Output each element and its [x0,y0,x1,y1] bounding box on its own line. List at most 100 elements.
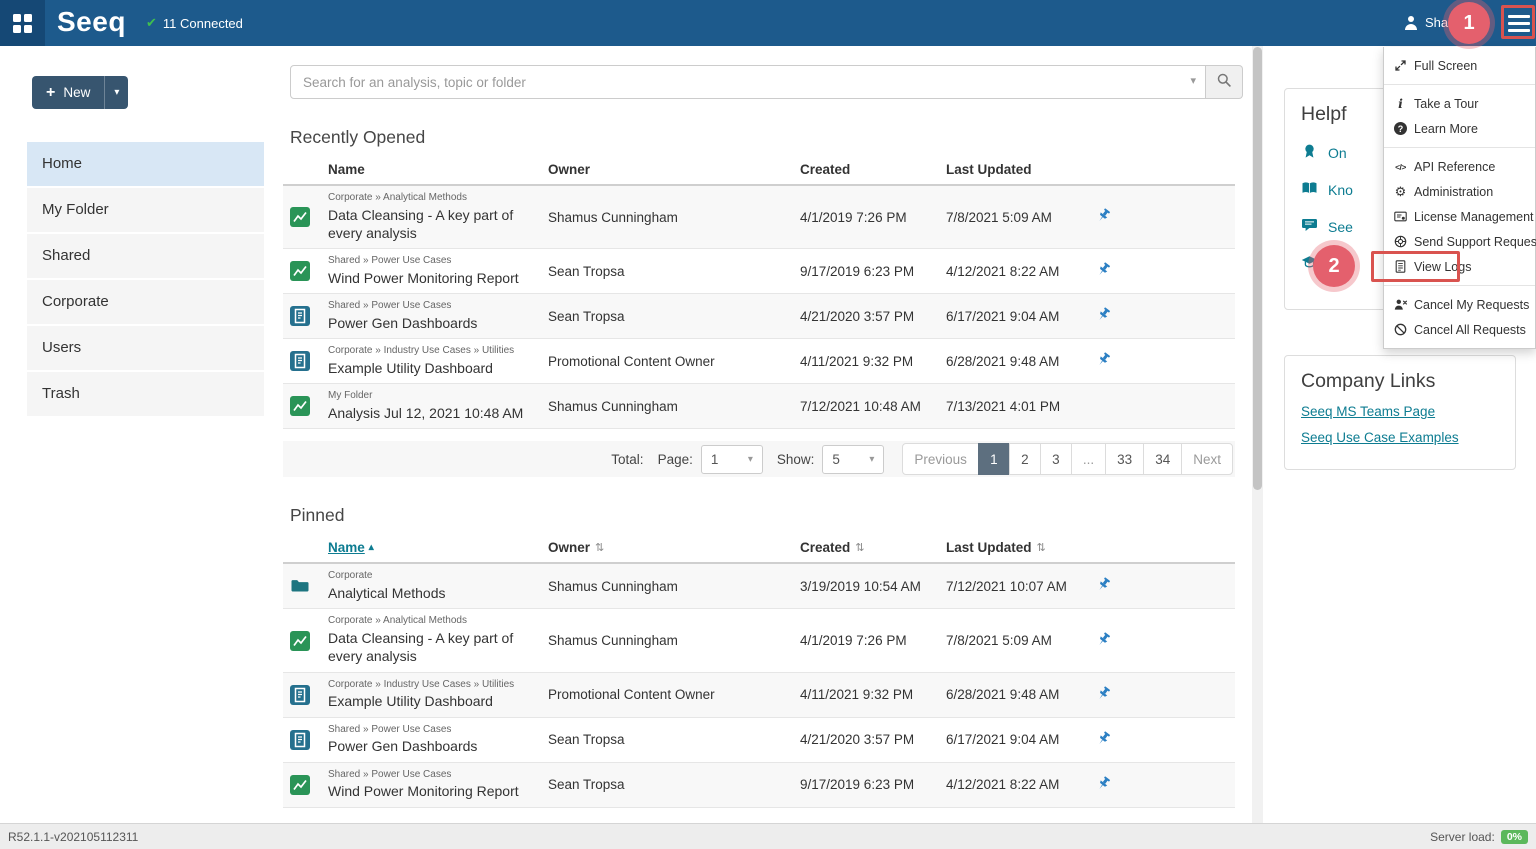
sidebar-item-corporate[interactable]: Corporate [27,280,264,324]
table-row[interactable]: Shared » Power Use CasesWind Power Monit… [283,249,1235,294]
code-icon: </> [1393,162,1408,172]
page-button-34[interactable]: 34 [1143,443,1182,475]
page-button-3[interactable]: 3 [1040,443,1072,475]
menu-item-administration[interactable]: ⚙Administration [1384,179,1535,204]
item-name-link[interactable]: Wind Power Monitoring Report [328,269,538,287]
pin-cell[interactable] [1092,307,1235,325]
page-button-previous[interactable]: Previous [902,443,979,475]
page-button-item[interactable]: ... [1071,443,1106,475]
page-button-33[interactable]: 33 [1105,443,1144,475]
annotation-box-hamburger [1501,5,1535,39]
company-link-ms-teams[interactable]: Seeq MS Teams Page [1301,404,1499,419]
gear-icon: ⚙ [1393,185,1408,198]
item-breadcrumb: Corporate » Analytical Methods [328,192,538,205]
chevron-down-icon: ▾ [748,454,753,465]
user-name-label: Sha [1425,15,1448,30]
item-type-cell [283,306,328,326]
pin-cell[interactable] [1092,262,1235,280]
apps-grid-button[interactable] [0,0,45,46]
item-name-link[interactable]: Example Utility Dashboard [328,692,538,710]
menu-separator [1384,285,1535,286]
item-name-link[interactable]: Data Cleansing - A key part of every ana… [328,629,538,666]
menu-item-full-screen[interactable]: Full Screen [1384,53,1535,78]
sidebar-item-trash[interactable]: Trash [27,372,264,416]
sidebar-item-home[interactable]: Home [27,142,264,186]
table-row[interactable]: Shared » Power Use CasesWind Power Monit… [283,763,1235,808]
column-header-name[interactable]: Name▴ [328,540,548,555]
menu-item-api-reference[interactable]: </>API Reference [1384,154,1535,179]
page-select-value: 1 [711,452,719,467]
table-row[interactable]: Corporate » Analytical MethodsData Clean… [283,609,1235,672]
item-name-link[interactable]: Analytical Methods [328,584,538,602]
page-button-next[interactable]: Next [1181,443,1233,475]
column-header-last-updated[interactable]: Last Updated⇅ [946,540,1092,555]
item-updated: 6/28/2021 9:48 AM [946,687,1092,702]
item-name-link[interactable]: Wind Power Monitoring Report [328,782,538,800]
new-button-label: New [63,85,90,100]
table-row[interactable]: Corporate » Industry Use Cases » Utiliti… [283,339,1235,384]
sort-ascending-icon: ▴ [369,542,374,553]
pin-cell[interactable] [1092,208,1235,226]
item-name-link[interactable]: Data Cleansing - A key part of every ana… [328,206,538,243]
table-row[interactable]: Shared » Power Use CasesPower Gen Dashbo… [283,294,1235,339]
item-created: 3/19/2019 10:54 AM [800,579,946,594]
menu-item-take-a-tour[interactable]: iTake a Tour [1384,91,1535,116]
pin-cell[interactable] [1092,776,1235,794]
menu-item-cancel-all-requests[interactable]: Cancel All Requests [1384,317,1535,342]
pin-cell[interactable] [1092,632,1235,650]
company-links-title: Company Links [1301,370,1499,393]
pin-icon [1096,208,1111,226]
table-row[interactable]: CorporateAnalytical MethodsShamus Cunnin… [283,564,1235,609]
pin-cell[interactable] [1092,731,1235,749]
item-name-link[interactable]: Power Gen Dashboards [328,737,538,755]
sidebar-item-shared[interactable]: Shared [27,234,264,278]
company-link-use-cases[interactable]: Seeq Use Case Examples [1301,430,1499,445]
menu-item-license-management[interactable]: License Management [1384,204,1535,229]
chevron-down-icon[interactable]: ▾ [104,76,128,109]
sidebar-item-my-folder[interactable]: My Folder [27,188,264,232]
new-button[interactable]: + New ▾ [32,76,128,109]
item-name-cell: Shared » Power Use CasesWind Power Monit… [328,769,548,801]
analysis-icon [290,775,310,795]
topic-icon [290,685,310,705]
scrollbar-thumb[interactable] [1253,47,1262,490]
column-header-created[interactable]: Created⇅ [800,540,946,555]
item-type-cell [283,685,328,705]
sidebar-item-users[interactable]: Users [27,326,264,370]
table-row[interactable]: Corporate » Industry Use Cases » Utiliti… [283,673,1235,718]
block-icon [1393,323,1408,336]
page-select[interactable]: 1 ▾ [701,445,763,474]
menu-item-label: License Management [1414,210,1534,224]
column-header-owner[interactable]: Owner⇅ [548,540,800,555]
item-name-cell: Corporate » Industry Use Cases » Utiliti… [328,345,548,377]
item-name-link[interactable]: Example Utility Dashboard [328,359,538,377]
table-row[interactable]: My FolderAnalysis Jul 12, 2021 10:48 AMS… [283,384,1235,429]
user-menu[interactable]: Sha [1404,15,1448,30]
menu-item-learn-more[interactable]: ?Learn More [1384,116,1535,141]
page-button-2[interactable]: 2 [1009,443,1041,475]
table-row[interactable]: Shared » Power Use CasesPower Gen Dashbo… [283,718,1235,763]
pinned-body: CorporateAnalytical MethodsShamus Cunnin… [283,564,1235,807]
menu-item-cancel-my-requests[interactable]: Cancel My Requests [1384,292,1535,317]
item-name-link[interactable]: Analysis Jul 12, 2021 10:48 AM [328,404,538,422]
item-name-link[interactable]: Power Gen Dashboards [328,314,538,332]
item-updated: 6/17/2021 9:04 AM [946,309,1092,324]
fullscreen-icon [1393,59,1408,72]
page-button-1[interactable]: 1 [978,443,1010,475]
table-row[interactable]: Corporate » Analytical MethodsData Clean… [283,186,1235,249]
search-input[interactable] [290,65,1206,99]
recently-opened-header: NameOwnerCreatedLast Updated [283,154,1235,186]
item-updated: 7/8/2021 5:09 AM [946,633,1092,648]
item-created: 4/11/2021 9:32 PM [800,687,946,702]
item-name-cell: My FolderAnalysis Jul 12, 2021 10:48 AM [328,390,548,422]
show-select[interactable]: 5 ▾ [822,445,884,474]
pin-cell[interactable] [1092,686,1235,704]
pin-icon [1096,352,1111,370]
pin-cell[interactable] [1092,577,1235,595]
pinned-header: Name▴Owner⇅Created⇅Last Updated⇅ [283,532,1235,564]
search-button[interactable] [1206,65,1243,99]
pin-cell[interactable] [1092,352,1235,370]
show-label: Show: [777,452,815,467]
item-updated: 7/8/2021 5:09 AM [946,210,1092,225]
annotation-box-view-logs [1371,251,1460,282]
